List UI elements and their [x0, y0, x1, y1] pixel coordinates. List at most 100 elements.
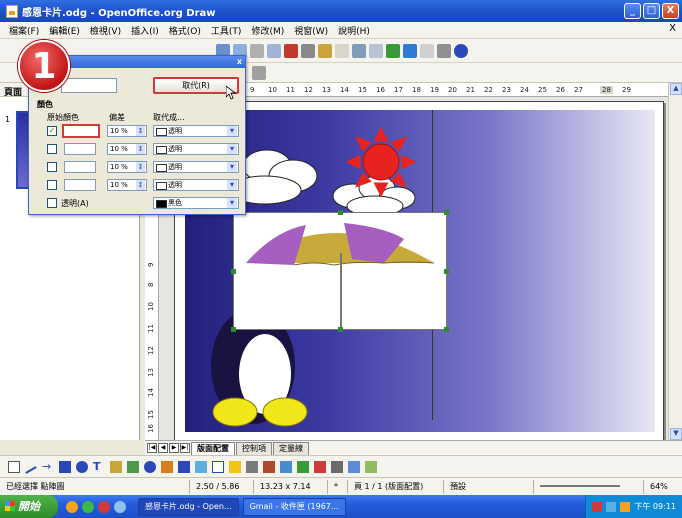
close-window-button[interactable]: X — [662, 3, 679, 19]
tolerance-spinner[interactable]: 10 % — [107, 143, 147, 155]
replace-color-dropdown[interactable]: 透明 — [153, 125, 239, 137]
quicklaunch-desktop-icon[interactable] — [114, 500, 126, 513]
menu-help[interactable]: 說明(H) — [333, 24, 375, 37]
from-file-icon[interactable] — [280, 460, 292, 473]
color-row-checkbox[interactable] — [47, 162, 57, 172]
redo-icon[interactable] — [369, 43, 383, 58]
curve-icon[interactable] — [110, 460, 122, 473]
selection-handle[interactable] — [231, 269, 236, 274]
dialog-close-icon[interactable]: x — [237, 57, 242, 66]
connector-icon[interactable] — [127, 460, 139, 473]
format-paintbrush-icon[interactable] — [335, 43, 349, 58]
drawing-page[interactable] — [174, 101, 664, 440]
gallery-icon[interactable] — [420, 43, 434, 58]
spellcheck-icon[interactable] — [250, 43, 264, 58]
menu-view[interactable]: 檢視(V) — [85, 24, 126, 37]
transparency-replace-dropdown[interactable]: 黑色 — [153, 197, 239, 209]
menu-format[interactable]: 格式(O) — [164, 24, 206, 37]
basic-shapes-icon[interactable] — [144, 460, 156, 473]
tolerance-spinner[interactable]: 10 % — [107, 179, 147, 191]
callouts-icon[interactable] — [212, 460, 224, 473]
scroll-up-icon[interactable]: ▲ — [670, 83, 682, 95]
close-document-icon[interactable]: X — [669, 23, 676, 34]
start-button[interactable]: 開始 — [0, 495, 58, 518]
umbrella-image[interactable] — [231, 210, 449, 332]
color-row-checkbox[interactable] — [47, 180, 57, 190]
paste-icon[interactable] — [318, 43, 332, 58]
replace-color-dropdown[interactable]: 透明 — [153, 179, 239, 191]
autospell-icon[interactable] — [267, 43, 281, 58]
align-icon[interactable] — [331, 460, 343, 473]
copy-icon[interactable] — [301, 43, 315, 58]
tray-volume-icon[interactable] — [620, 501, 631, 512]
tray-security-icon[interactable] — [592, 501, 603, 512]
cut-icon[interactable] — [284, 43, 298, 58]
first-tab-icon[interactable]: |◀ — [147, 443, 157, 453]
tolerance-spinner[interactable]: 10 % — [107, 125, 147, 137]
zoom-level[interactable]: 64% — [644, 480, 674, 494]
vertical-scrollbar[interactable]: ▲ ▼ — [668, 83, 682, 440]
navigator-icon[interactable] — [403, 43, 417, 58]
zoom-slider[interactable] — [534, 479, 644, 494]
menu-insert[interactable]: 插入(I) — [126, 24, 164, 37]
symbol-shapes-icon[interactable] — [161, 460, 173, 473]
quicklaunch-browser-icon[interactable] — [66, 500, 78, 513]
zoom-slider-track[interactable] — [540, 485, 620, 487]
effects-icon[interactable] — [314, 460, 326, 473]
line-icon[interactable] — [25, 465, 37, 474]
menu-tools[interactable]: 工具(T) — [206, 24, 247, 37]
menu-file[interactable]: 檔案(F) — [4, 24, 44, 37]
taskbar-item-gmail[interactable]: Gmail - 收件匣 (1967... — [242, 497, 346, 516]
window-title: 感恩卡片.odg - OpenOffice.org Draw — [22, 7, 216, 19]
modified-indicator[interactable]: * — [328, 479, 348, 494]
tolerance-spinner[interactable]: 10 % — [107, 161, 147, 173]
block-arrows-icon[interactable] — [178, 460, 190, 473]
quicklaunch-app-icon[interactable] — [98, 500, 110, 513]
menu-window[interactable]: 視窗(W) — [289, 24, 333, 37]
menu-edit[interactable]: 編輯(E) — [44, 24, 85, 37]
tab-controls[interactable]: 控制項 — [236, 441, 272, 455]
flowchart-icon[interactable] — [195, 460, 207, 473]
ellipse-icon[interactable] — [76, 460, 88, 473]
menu-modify[interactable]: 修改(M) — [246, 24, 289, 37]
select-icon[interactable] — [8, 460, 20, 473]
selection-handle[interactable] — [444, 269, 449, 274]
selection-handle[interactable] — [444, 327, 449, 332]
undo-icon[interactable] — [352, 43, 366, 58]
tray-network-icon[interactable] — [606, 501, 617, 512]
prev-tab-icon[interactable]: ◀ — [158, 443, 168, 453]
picture-toolbar-icon[interactable] — [252, 66, 266, 80]
source-color-preview — [61, 78, 117, 93]
arrange-icon[interactable] — [348, 460, 360, 473]
color-row-checkbox[interactable] — [47, 144, 57, 154]
quicklaunch-media-icon[interactable] — [82, 500, 94, 513]
color-row-checkbox[interactable]: ✓ — [47, 126, 57, 136]
selection-handle[interactable] — [338, 327, 343, 332]
tab-dimension-lines[interactable]: 定量線 — [273, 441, 309, 455]
maximize-button[interactable]: □ — [643, 3, 660, 19]
ruler-tick: 13 — [147, 368, 155, 377]
stars-icon[interactable] — [229, 460, 241, 473]
points-icon[interactable] — [246, 460, 258, 473]
taskbar-item-draw[interactable]: 感恩卡片.odg - Open... — [138, 497, 239, 516]
chart-icon[interactable] — [386, 43, 400, 58]
scroll-down-icon[interactable]: ▼ — [670, 428, 682, 440]
last-tab-icon[interactable]: ▶| — [180, 443, 190, 453]
next-tab-icon[interactable]: ▶ — [169, 443, 179, 453]
rectangle-icon[interactable] — [59, 460, 71, 473]
selection-handle[interactable] — [231, 327, 236, 332]
selection-handle[interactable] — [338, 210, 343, 215]
text-icon[interactable]: T — [93, 460, 105, 473]
replace-color-dropdown[interactable]: 透明 — [153, 143, 239, 155]
tab-layout[interactable]: 版面配置 — [191, 441, 235, 455]
transparency-checkbox[interactable] — [47, 198, 57, 208]
gallery-toolbar-icon[interactable] — [297, 460, 309, 473]
selection-handle[interactable] — [444, 210, 449, 215]
minimize-button[interactable]: _ — [624, 3, 641, 19]
zoom-icon[interactable] — [437, 43, 451, 58]
arrow-line-icon[interactable]: → — [42, 460, 54, 473]
fontwork-icon[interactable] — [263, 460, 275, 473]
extrusion-icon[interactable] — [365, 460, 377, 473]
help-icon[interactable] — [454, 43, 468, 58]
replace-color-dropdown[interactable]: 透明 — [153, 161, 239, 173]
